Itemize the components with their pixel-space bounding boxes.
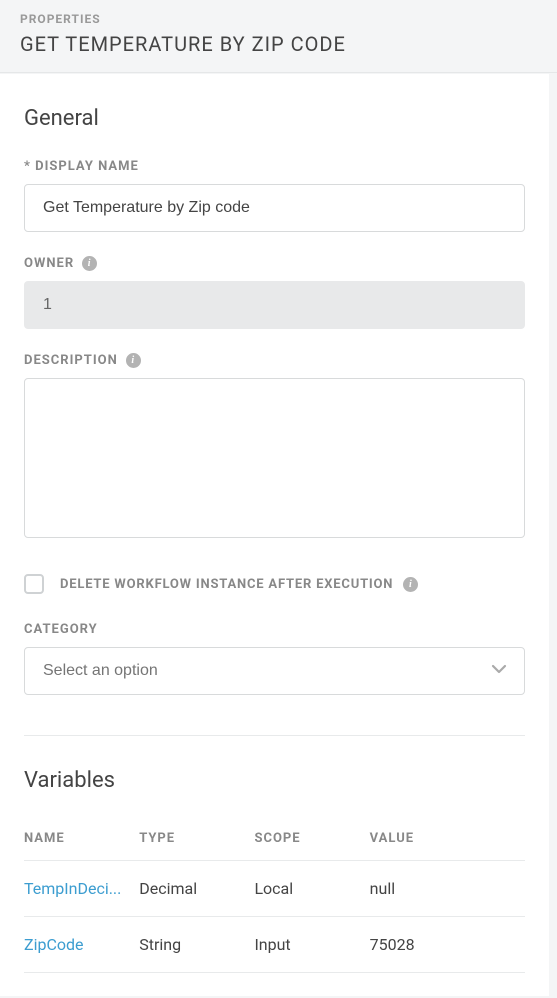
section-divider — [24, 735, 525, 736]
info-icon[interactable]: i — [82, 256, 97, 271]
table-row: ZipCode String Input 75028 — [24, 917, 525, 973]
properties-header: PROPERTIES GET TEMPERATURE BY ZIP CODE — [0, 0, 557, 73]
delete-after-execution-label: DELETE WORKFLOW INSTANCE AFTER EXECUTION… — [60, 577, 418, 592]
description-label-text: DESCRIPTION — [24, 353, 118, 368]
display-name-label: * DISPLAY NAME — [24, 159, 525, 174]
owner-label-text: OWNER — [24, 256, 74, 271]
info-icon[interactable]: i — [403, 577, 418, 592]
variables-table: NAME TYPE SCOPE VALUE TempInDeci... Deci… — [24, 821, 525, 973]
category-field: CATEGORY — [24, 622, 525, 695]
display-name-field: * DISPLAY NAME — [24, 159, 525, 232]
owner-label: OWNER i — [24, 256, 525, 271]
category-label: CATEGORY — [24, 622, 525, 637]
variables-col-type: TYPE — [139, 821, 254, 861]
description-label: DESCRIPTION i — [24, 353, 525, 368]
description-textarea[interactable] — [24, 378, 525, 538]
info-icon[interactable]: i — [126, 353, 141, 368]
properties-scroll-area[interactable]: General * DISPLAY NAME OWNER i DESCRIPTI… — [0, 74, 557, 996]
delete-after-execution-row: DELETE WORKFLOW INSTANCE AFTER EXECUTION… — [24, 574, 525, 594]
category-select[interactable] — [24, 647, 525, 695]
table-row: TempInDeci... Decimal Local null — [24, 861, 525, 917]
delete-after-execution-checkbox[interactable] — [24, 574, 44, 594]
variables-section-title: Variables — [24, 768, 525, 793]
general-section-title: General — [24, 106, 525, 131]
variable-value: 75028 — [370, 917, 525, 973]
variables-col-name: NAME — [24, 821, 139, 861]
description-field: DESCRIPTION i — [24, 353, 525, 542]
variable-type: Decimal — [139, 861, 254, 917]
display-name-input[interactable] — [24, 184, 525, 232]
category-select-wrap — [24, 647, 525, 695]
owner-input — [24, 281, 525, 329]
owner-field: OWNER i — [24, 256, 525, 329]
page-title: GET TEMPERATURE BY ZIP CODE — [20, 32, 537, 56]
delete-after-execution-label-text: DELETE WORKFLOW INSTANCE AFTER EXECUTION — [60, 577, 393, 592]
header-eyebrow: PROPERTIES — [20, 12, 537, 26]
variable-name-link[interactable]: ZipCode — [24, 917, 139, 973]
variable-name-link[interactable]: TempInDeci... — [24, 861, 139, 917]
variables-col-scope: SCOPE — [254, 821, 369, 861]
variables-header-row: NAME TYPE SCOPE VALUE — [24, 821, 525, 861]
variable-value: null — [370, 861, 525, 917]
variables-col-value: VALUE — [370, 821, 525, 861]
variable-scope: Input — [254, 917, 369, 973]
variable-type: String — [139, 917, 254, 973]
properties-content: General * DISPLAY NAME OWNER i DESCRIPTI… — [0, 74, 549, 996]
variable-scope: Local — [254, 861, 369, 917]
